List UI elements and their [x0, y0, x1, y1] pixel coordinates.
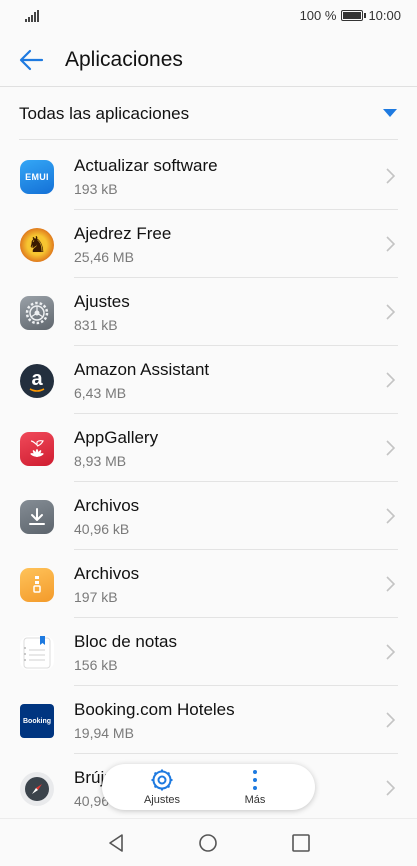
list-item[interactable]: EMUI Actualizar software 193 kB	[0, 142, 417, 210]
amazon-smile-icon	[29, 387, 45, 392]
settings-gear-icon	[25, 301, 49, 325]
app-size: 193 kB	[74, 181, 118, 197]
battery-icon	[341, 10, 367, 21]
folder-icon	[20, 568, 54, 602]
download-arrow-icon	[29, 508, 45, 525]
booking-icon-text: Booking	[23, 717, 51, 725]
navigation-bar	[0, 818, 417, 866]
compass-needle-icon	[25, 777, 49, 801]
home-circle-icon[interactable]	[198, 833, 218, 853]
chess-icon: ♞	[20, 228, 54, 262]
back-arrow-icon[interactable]	[18, 47, 44, 73]
settings-label: Ajustes	[143, 794, 181, 806]
list-item[interactable]: Booking Booking.com Hoteles 19,94 MB	[0, 686, 417, 754]
more-vertical-icon	[253, 770, 257, 790]
app-filter-dropdown[interactable]: Todas las aplicaciones	[0, 88, 417, 140]
app-name: AppGallery	[74, 428, 159, 447]
zipper-icon	[33, 576, 41, 593]
back-triangle-icon[interactable]	[106, 833, 126, 853]
huawei-logo-icon	[30, 440, 44, 457]
app-size: 8,93 MB	[74, 453, 127, 469]
chevron-right-icon	[386, 168, 395, 184]
app-size: 831 kB	[74, 317, 118, 333]
chevron-right-icon	[386, 576, 395, 592]
app-name: Archivos	[74, 564, 140, 583]
app-size: 19,94 MB	[74, 725, 134, 741]
app-name: Ajedrez Free	[74, 224, 172, 243]
app-name: Bloc de notas	[74, 632, 178, 651]
chevron-right-icon	[386, 712, 395, 728]
app-name: Archivos	[74, 496, 140, 515]
app-name: Actualizar software	[74, 156, 218, 175]
gear-icon	[20, 296, 54, 330]
chevron-right-icon	[386, 236, 395, 252]
chevron-right-icon	[386, 440, 395, 456]
app-bar: Aplicaciones	[0, 32, 417, 87]
appgallery-icon	[20, 432, 54, 466]
status-bar: 100 % 10:00	[0, 0, 417, 32]
dropdown-arrow-icon	[383, 109, 397, 117]
more-button[interactable]: Más	[215, 768, 295, 806]
app-size: 40,96 kB	[74, 521, 130, 537]
app-size: 197 kB	[74, 589, 118, 605]
chevron-right-icon	[386, 304, 395, 320]
recents-square-icon[interactable]	[291, 833, 311, 853]
more-label: Más	[244, 794, 266, 806]
divider	[19, 139, 398, 140]
page-title: Aplicaciones	[65, 48, 183, 71]
list-item[interactable]: a Amazon Assistant 6,43 MB	[0, 346, 417, 414]
chevron-right-icon	[386, 644, 395, 660]
amazon-icon-letter: a	[31, 367, 43, 390]
battery-percent: 100 %	[299, 8, 337, 23]
list-item[interactable]: Archivos 197 kB	[0, 550, 417, 618]
app-name: Ajustes	[74, 292, 130, 311]
booking-icon: Booking	[20, 704, 54, 738]
app-name: Booking.com Hoteles	[74, 700, 235, 719]
chevron-right-icon	[386, 780, 395, 796]
app-size: 6,43 MB	[74, 385, 127, 401]
amazon-icon: a	[20, 364, 54, 398]
app-size: 156 kB	[74, 657, 118, 673]
list-item[interactable]: AppGallery 8,93 MB	[0, 414, 417, 482]
clock: 10:00	[368, 8, 401, 23]
app-name: Amazon Assistant	[74, 360, 210, 379]
settings-button[interactable]: Ajustes	[122, 768, 202, 806]
list-item[interactable]: ♞ Ajedrez Free 25,46 MB	[0, 210, 417, 278]
chevron-right-icon	[386, 508, 395, 524]
signal-icon	[25, 10, 39, 22]
notepad-pages-icon	[23, 636, 51, 669]
list-item[interactable]: Bloc de notas 156 kB	[0, 618, 417, 686]
chevron-right-icon	[386, 372, 395, 388]
list-item[interactable]: Archivos 40,96 kB	[0, 482, 417, 550]
emui-icon-text: EMUI	[25, 172, 49, 182]
gear-icon	[151, 769, 173, 791]
chess-icon-glyph: ♞	[27, 232, 47, 257]
list-item[interactable]: Ajustes 831 kB	[0, 278, 417, 346]
compass-icon	[20, 772, 54, 806]
floating-menu: Ajustes Más	[102, 764, 315, 810]
app-size: 25,46 MB	[74, 249, 134, 265]
app-list: EMUI Actualizar software 193 kB ♞ Ajedre…	[0, 142, 417, 822]
download-icon	[20, 500, 54, 534]
notepad-icon	[20, 636, 54, 670]
emui-icon: EMUI	[20, 160, 54, 194]
filter-label: Todas las aplicaciones	[19, 104, 190, 123]
